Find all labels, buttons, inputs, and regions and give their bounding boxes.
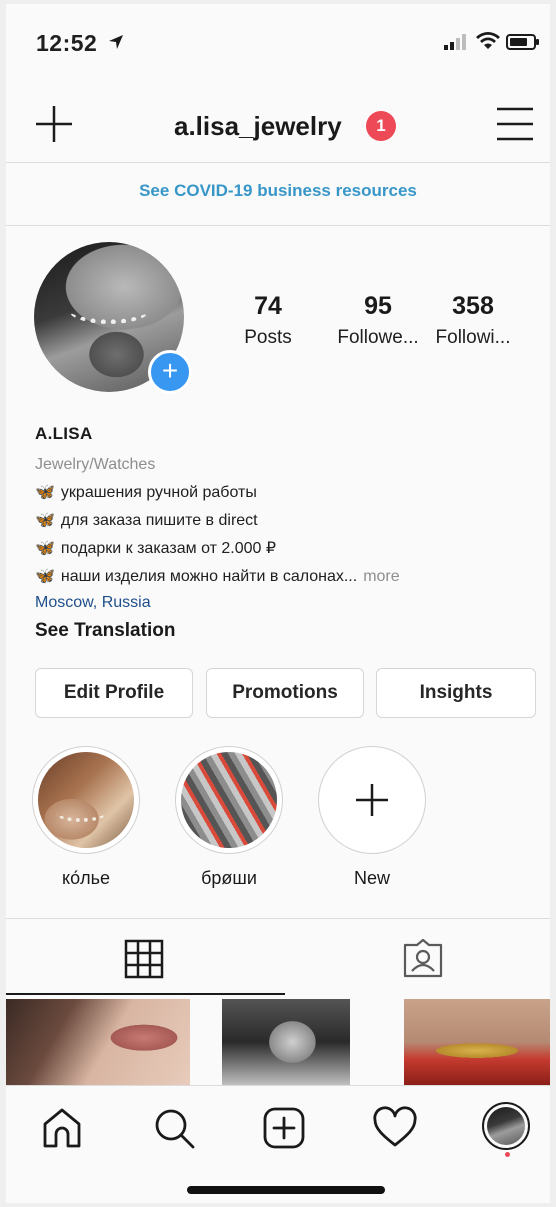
- profile-notification-dot: [505, 1152, 510, 1157]
- followers-stat[interactable]: 95 Followe...: [323, 292, 433, 349]
- following-count: 358: [452, 292, 494, 320]
- covid-resources-link[interactable]: See COVID-19 business resources: [6, 163, 550, 226]
- active-tab-indicator: [6, 993, 285, 995]
- bio-line: 🦋 украшения ручной работы: [35, 482, 535, 502]
- butterfly-emoji-icon: 🦋: [35, 568, 55, 585]
- highlight-label: New: [353, 868, 390, 888]
- nav-profile-avatar[interactable]: [482, 1102, 530, 1150]
- add-story-button[interactable]: +: [148, 350, 192, 394]
- highlight-item[interactable]: ко́лье: [31, 746, 141, 889]
- tab-tagged[interactable]: [402, 937, 444, 984]
- nav-create[interactable]: [262, 1106, 306, 1155]
- location-arrow-icon: [108, 34, 124, 55]
- new-post-button[interactable]: [34, 104, 74, 144]
- nav-home[interactable]: [40, 1106, 84, 1155]
- insights-button[interactable]: Insights: [376, 668, 536, 718]
- posts-grid: [6, 999, 550, 1085]
- battery-icon: [506, 34, 540, 55]
- profile-category: Jewelry/Watches: [35, 456, 156, 473]
- highlight-label: брøши: [201, 868, 257, 888]
- bio-line: 🦋 подарки к заказам от 2.000 ₽: [35, 538, 535, 558]
- tagged-person-icon: [403, 938, 443, 978]
- search-icon: [155, 1109, 195, 1149]
- followers-label: Followe...: [337, 327, 419, 348]
- promotions-button[interactable]: Promotions: [206, 668, 364, 718]
- tab-grid[interactable]: [124, 939, 164, 984]
- post-thumbnail[interactable]: [404, 999, 550, 1085]
- highlight-ring: [32, 746, 140, 854]
- heart-icon: [373, 1106, 417, 1147]
- following-label: Followi...: [435, 327, 511, 348]
- post-thumbnail[interactable]: [6, 999, 190, 1085]
- status-time: 12:52: [36, 30, 98, 56]
- wifi-icon: [476, 32, 500, 55]
- following-stat[interactable]: 358 Followi...: [418, 292, 528, 349]
- plus-icon: [36, 106, 72, 142]
- post-thumbnail[interactable]: [222, 999, 350, 1085]
- grid-icon: [124, 939, 164, 979]
- posts-label: Posts: [244, 327, 292, 348]
- profile-username[interactable]: a.lisa_jewelry: [174, 111, 342, 142]
- posts-count: 74: [254, 292, 282, 320]
- highlight-cover-image: [181, 752, 277, 848]
- nav-search[interactable]: [152, 1106, 196, 1155]
- butterfly-emoji-icon: 🦋: [35, 512, 55, 529]
- profile-bio: A.LISA Jewelry/Watches 🦋 украшения ручной…: [35, 424, 535, 642]
- profile-display-name: A.LISA: [35, 424, 93, 443]
- highlight-cover-image: [38, 752, 134, 848]
- highlight-ring: [318, 746, 426, 854]
- bio-more-link[interactable]: more: [363, 568, 399, 585]
- notification-badge[interactable]: 1: [366, 111, 396, 141]
- see-translation-link[interactable]: See Translation: [35, 620, 535, 642]
- cellular-signal-icon: [444, 34, 468, 55]
- butterfly-emoji-icon: 🦋: [35, 540, 55, 557]
- highlight-label: ко́лье: [62, 868, 110, 888]
- profile-location-link[interactable]: Moscow, Russia: [35, 594, 535, 612]
- nav-avatar-image: [487, 1107, 525, 1145]
- followers-count: 95: [364, 292, 392, 320]
- bio-line-text: украшения ручной работы: [60, 484, 257, 501]
- bio-line-text: для заказа пишите в direct: [60, 512, 258, 529]
- instagram-profile-screen: 12:52 a.lisa_jewelry 1 See COVID-19 busi…: [6, 4, 550, 1203]
- menu-button[interactable]: [496, 106, 534, 142]
- profile-header: a.lisa_jewelry 1: [6, 78, 550, 163]
- home-icon: [43, 1108, 81, 1148]
- bio-line: 🦋 наши изделия можно найти в салонах... mo…: [35, 566, 535, 586]
- bio-line: 🦋 для заказа пишите в direct: [35, 510, 535, 530]
- butterfly-emoji-icon: 🦋: [35, 484, 55, 501]
- plus-icon: [356, 784, 388, 816]
- highlight-ring: [175, 746, 283, 854]
- posts-stat[interactable]: 74 Posts: [213, 292, 323, 349]
- edit-profile-button[interactable]: Edit Profile: [35, 668, 193, 718]
- bio-line-text: подарки к заказам от 2.000 ₽: [60, 540, 277, 557]
- add-post-icon: [263, 1107, 305, 1149]
- new-highlight-button[interactable]: New: [317, 746, 427, 889]
- profile-tabs: [6, 918, 550, 997]
- avatar-necklace-detail: [69, 297, 149, 324]
- hamburger-menu-icon: [497, 107, 533, 141]
- nav-activity[interactable]: [372, 1106, 418, 1155]
- status-bar: 12:52: [6, 4, 550, 78]
- highlight-item[interactable]: брøши: [174, 746, 284, 889]
- home-indicator[interactable]: [187, 1186, 385, 1194]
- bio-line-text: наши изделия можно найти в салонах...: [60, 568, 358, 585]
